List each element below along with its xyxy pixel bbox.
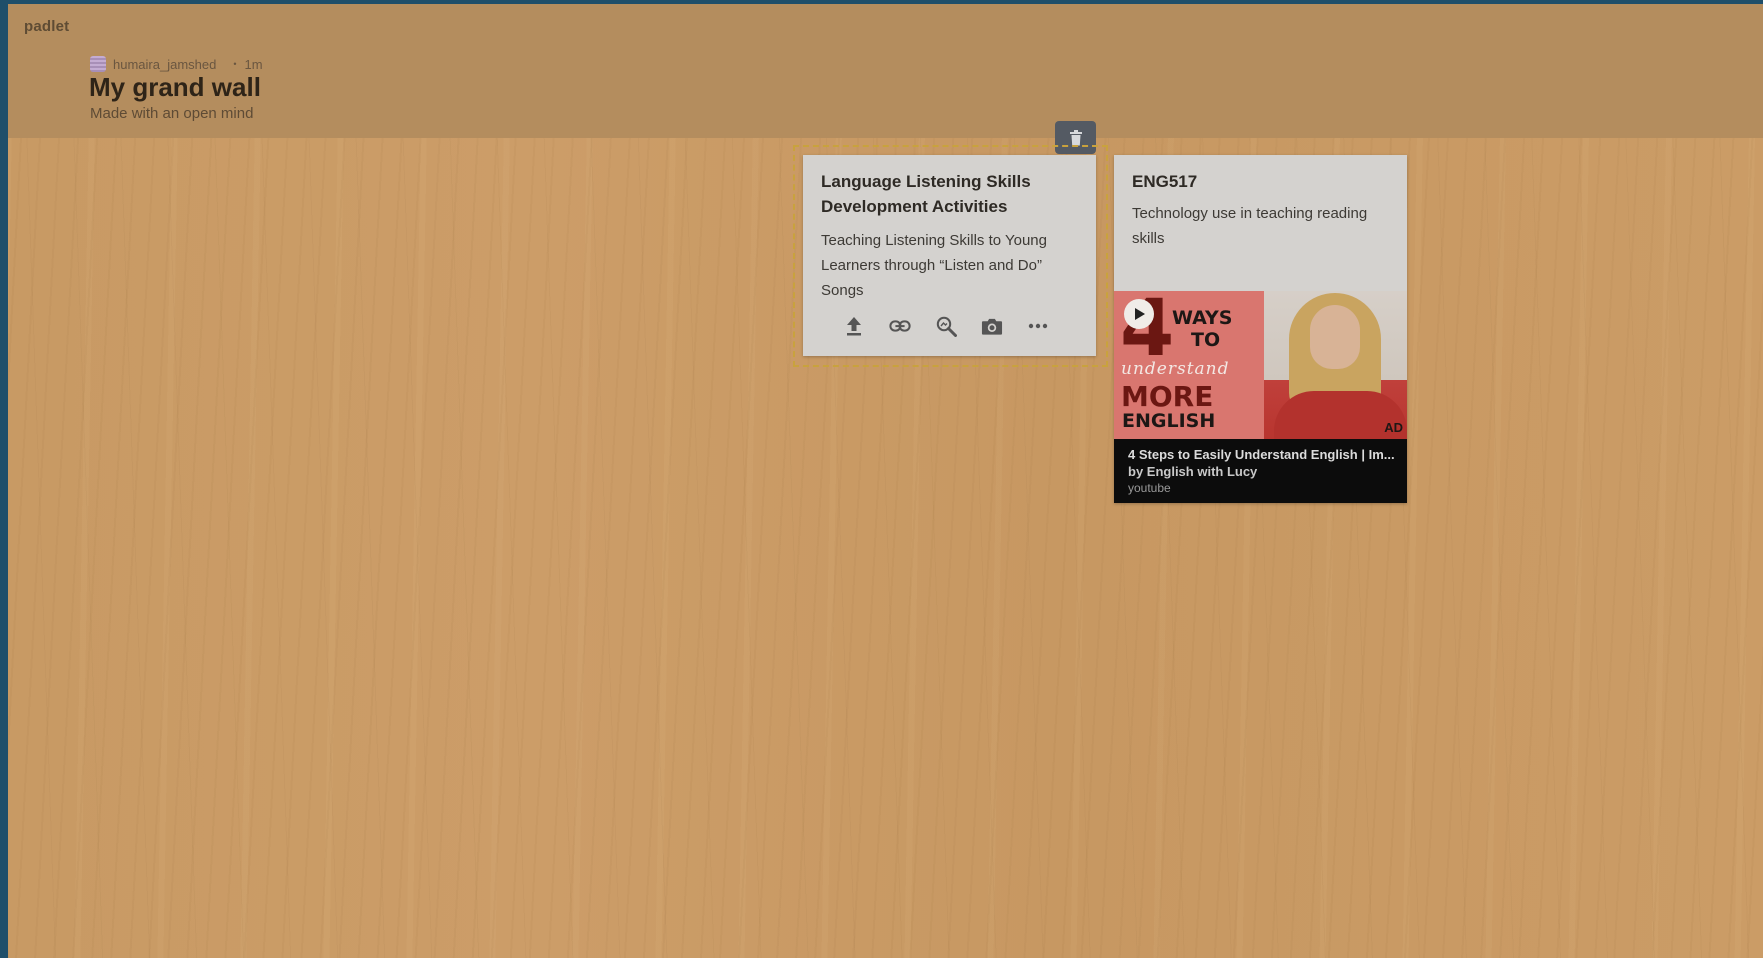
thumbnail-text-understand: understand <box>1121 359 1230 379</box>
thumbnail-text-more: MORE <box>1121 380 1214 413</box>
author-name[interactable]: humaira_jamshed <box>113 57 216 72</box>
video-title[interactable]: 4 Steps to Easily Understand English | I… <box>1128 447 1398 462</box>
video-info[interactable]: 4 Steps to Easily Understand English | I… <box>1114 439 1407 503</box>
thumbnail-text-english: ENGLISH <box>1122 410 1216 432</box>
time-ago: 1m <box>244 56 263 72</box>
trash-icon <box>1069 129 1082 145</box>
page-title: My grand wall <box>89 72 261 102</box>
attachment-toolbar <box>843 315 1049 337</box>
post-body[interactable]: Technology use in teaching reading skill… <box>1132 201 1394 251</box>
search-image-icon[interactable] <box>935 315 957 337</box>
thumbnail-text-ways: WAYS <box>1172 307 1233 329</box>
thumbnail-ad-badge: AD <box>1384 420 1403 435</box>
upload-icon[interactable] <box>843 315 865 337</box>
post-title[interactable]: ENG517 <box>1132 169 1392 194</box>
play-icon <box>1135 308 1145 320</box>
wall-header: padlet humaira_jamshed • 1m My grand wal… <box>8 4 1763 138</box>
post-card[interactable]: ENG517 Technology use in teaching readin… <box>1114 155 1407 503</box>
more-icon[interactable] <box>1027 315 1049 337</box>
post-title[interactable]: Language Listening Skills Development Ac… <box>821 169 1081 219</box>
post-card[interactable]: Language Listening Skills Development Ac… <box>803 155 1096 356</box>
author-row: humaira_jamshed • 1m <box>90 56 263 72</box>
thumbnail-text-to: TO <box>1191 329 1221 351</box>
play-button[interactable] <box>1124 299 1154 329</box>
page-subtitle: Made with an open mind <box>90 105 254 122</box>
video-author: by English with Lucy <box>1128 464 1258 479</box>
wall-canvas: padlet humaira_jamshed • 1m My grand wal… <box>8 4 1763 958</box>
avatar[interactable] <box>90 56 106 72</box>
thumbnail-person-face <box>1310 305 1360 369</box>
post-body[interactable]: Teaching Listening Skills to Young Learn… <box>821 228 1083 303</box>
camera-icon[interactable] <box>981 315 1003 337</box>
separator-dot: • <box>233 59 237 69</box>
link-icon[interactable] <box>889 315 911 337</box>
video-source: youtube <box>1128 481 1171 495</box>
padlet-logo[interactable]: padlet <box>24 18 69 35</box>
video-thumbnail[interactable]: 4 WAYS TO understand MORE ENGLISH AD <box>1114 291 1407 439</box>
